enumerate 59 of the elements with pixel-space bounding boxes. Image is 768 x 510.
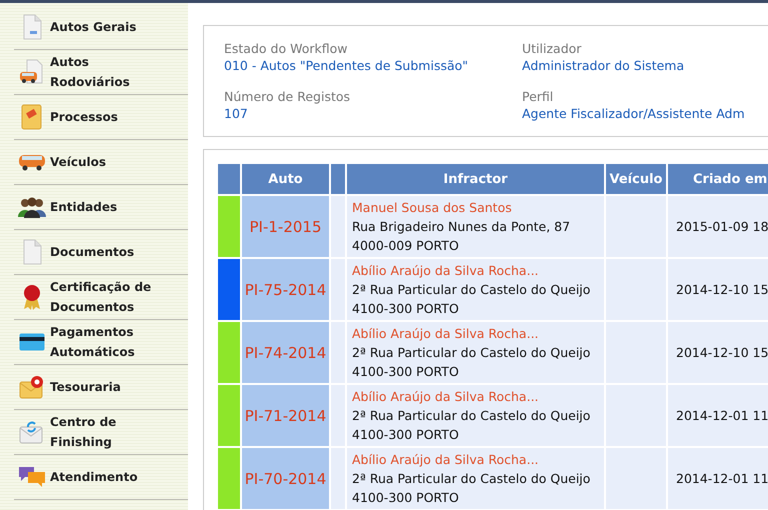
van-document-icon <box>19 59 45 85</box>
address-text: 2ª Rua Particular do Castelo do Queijo <box>352 281 592 299</box>
sidebar-item[interactable]: Atendimento <box>14 455 188 500</box>
field-value: 107 <box>224 105 249 122</box>
table-cell: 2014-12-10 15 <box>668 259 768 320</box>
address-text: 2ª Rua Particular do Castelo do Queijo <box>352 470 592 488</box>
column-header[interactable]: Infractor <box>347 164 604 194</box>
auto-link[interactable]: PI-70-2014 <box>242 448 329 509</box>
auto-link[interactable]: PI-71-2014 <box>242 385 329 446</box>
column-header[interactable]: Criado em <box>668 164 768 194</box>
address-text: 2ª Rua Particular do Castelo do Queijo <box>352 407 592 425</box>
field-label: Utilizador <box>522 40 582 57</box>
sidebar-item[interactable]: Autos Rodoviários <box>14 50 188 95</box>
field-value: 010 - Autos "Pendentes de Submissão" <box>224 57 470 74</box>
chat-icon <box>18 466 46 488</box>
city-text: 4100-300 PORTO <box>352 300 460 318</box>
city-text: 4100-300 PORTO <box>352 363 460 381</box>
infractor-name[interactable]: Manuel Sousa dos Santos <box>352 198 604 217</box>
infractor-name[interactable]: Abílio Araújo da Silva Rocha... <box>352 324 604 343</box>
folder-icon <box>20 104 44 130</box>
sidebar-item[interactable]: Entidades <box>14 185 188 230</box>
auto-link[interactable]: PI-1-2015 <box>242 196 329 257</box>
address-text: 2ª Rua Particular do Castelo do Queijo <box>352 344 592 362</box>
address-text: Rua Brigadeiro Nunes da Ponte, 87 <box>352 218 572 236</box>
city-text: 4100-300 PORTO <box>352 489 460 507</box>
envelope-icon <box>19 375 45 399</box>
auto-link[interactable]: PI-75-2014 <box>242 259 329 320</box>
sidebar-item[interactable]: Veículos <box>14 140 188 185</box>
table-cell: 2014-12-01 11 <box>668 385 768 446</box>
field-label: Estado do Workflow <box>224 40 348 57</box>
column-header[interactable]: Auto <box>242 164 329 194</box>
field-value: Agente Fiscalizador/Assistente Adm <box>522 105 746 122</box>
sidebar-item[interactable]: Centro de Finishing <box>14 410 188 455</box>
field-value: Administrador do Sistema <box>522 57 686 74</box>
city-text: 4000-009 PORTO <box>352 237 460 255</box>
seal-icon <box>22 284 42 310</box>
sidebar-item[interactable]: Certificação de Documentos <box>14 275 188 320</box>
sidebar-item[interactable]: Pagamentos Automáticos <box>14 320 188 365</box>
table-cell: 2014-12-01 11 <box>668 448 768 509</box>
van-icon <box>18 153 46 171</box>
infractor-name[interactable]: Abílio Araújo da Silva Rocha... <box>352 261 604 280</box>
sidebar-item[interactable]: Documentos <box>14 230 188 275</box>
envelope-icon <box>19 420 45 444</box>
credit-card-icon <box>19 333 45 351</box>
infractor-name[interactable]: Abílio Araújo da Silva Rocha... <box>352 387 604 406</box>
infractor-name[interactable]: Abílio Araújo da Silva Rocha... <box>352 450 604 469</box>
sidebar-item[interactable]: Autos Gerais <box>14 5 188 50</box>
people-icon <box>17 196 47 218</box>
document-icon <box>21 239 43 265</box>
auto-link[interactable]: PI-74-2014 <box>242 322 329 383</box>
table-cell: 2015-01-09 18 <box>668 196 768 257</box>
field-label: Número de Registos <box>224 88 352 105</box>
city-text: 4100-300 PORTO <box>352 426 460 444</box>
document-icon <box>21 14 43 40</box>
sidebar-item[interactable]: Processos <box>14 95 188 140</box>
sidebar-item[interactable]: Tesouraria <box>14 365 188 410</box>
column-header[interactable]: Veículo <box>606 164 666 194</box>
table-cell: 2014-12-10 15 <box>668 322 768 383</box>
field-label: Perfil <box>522 88 554 105</box>
